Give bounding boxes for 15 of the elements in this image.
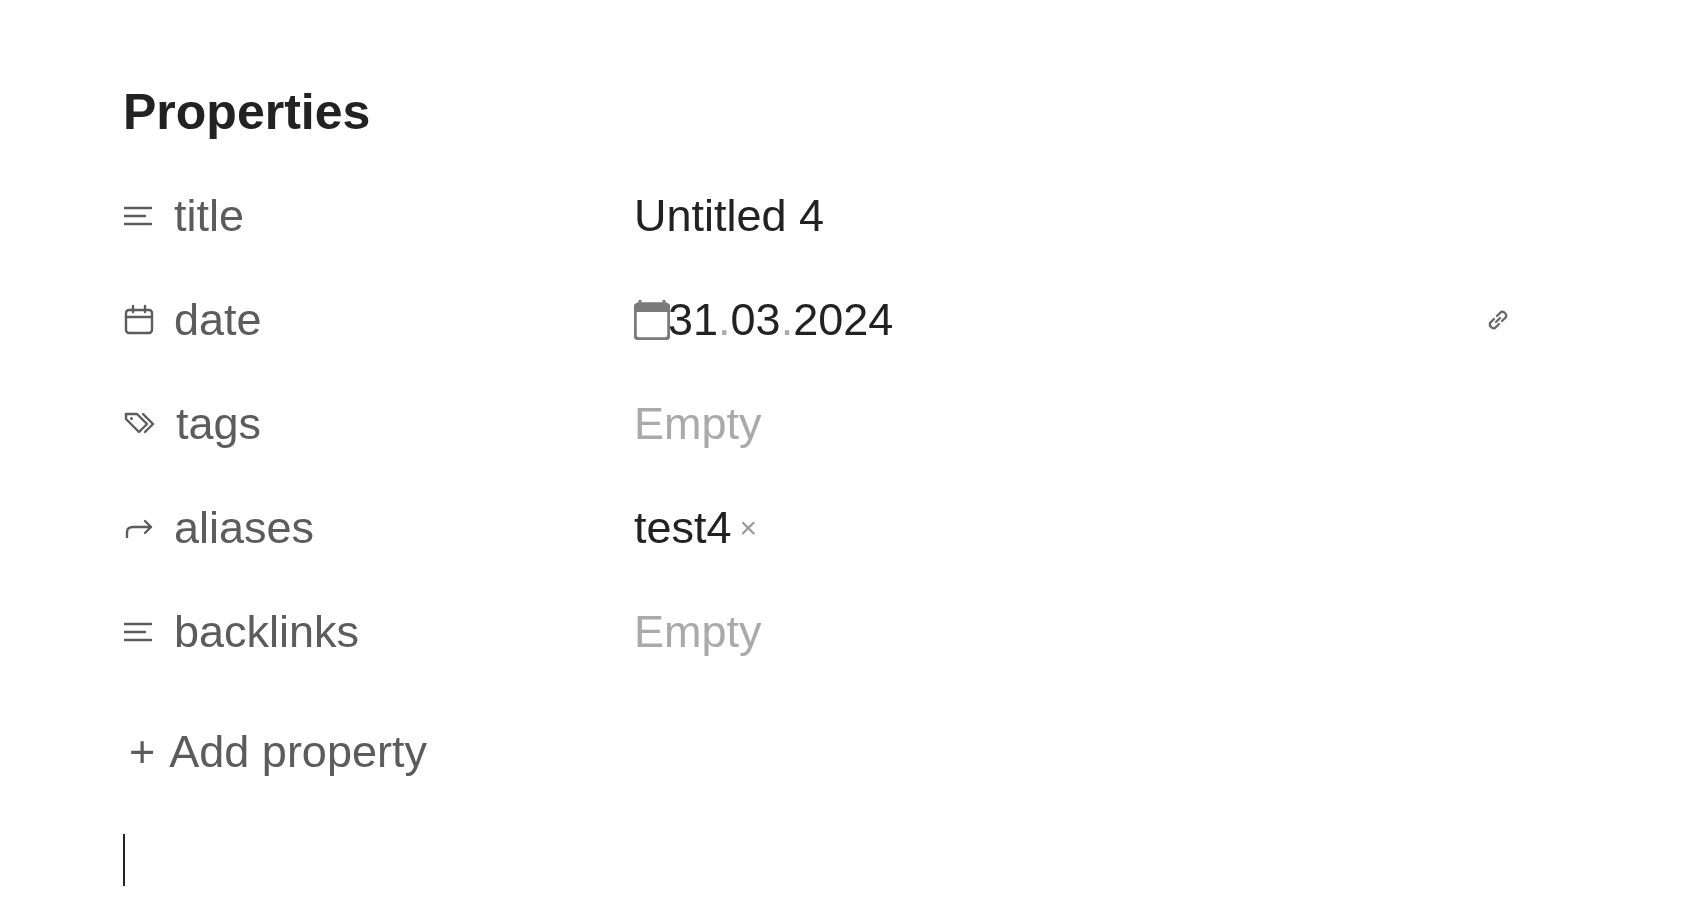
alias-value[interactable]: test4 — [634, 502, 732, 554]
text-lines-icon[interactable] — [123, 620, 155, 644]
text-cursor — [123, 834, 125, 886]
text-lines-icon[interactable] — [123, 204, 155, 228]
property-name[interactable]: title — [174, 190, 245, 242]
property-name[interactable]: tags — [176, 398, 262, 450]
calendar-icon[interactable] — [123, 304, 155, 336]
property-value[interactable]: Untitled 4 — [634, 190, 825, 242]
add-property-button[interactable]: + Add property — [129, 726, 427, 778]
calendar-icon[interactable] — [634, 300, 670, 340]
date-field[interactable]: 31.03.2024 — [668, 294, 894, 346]
property-name[interactable]: date — [174, 294, 262, 346]
property-name[interactable]: backlinks — [174, 606, 360, 658]
section-heading: Properties — [123, 83, 372, 142]
property-name[interactable]: aliases — [174, 502, 315, 554]
